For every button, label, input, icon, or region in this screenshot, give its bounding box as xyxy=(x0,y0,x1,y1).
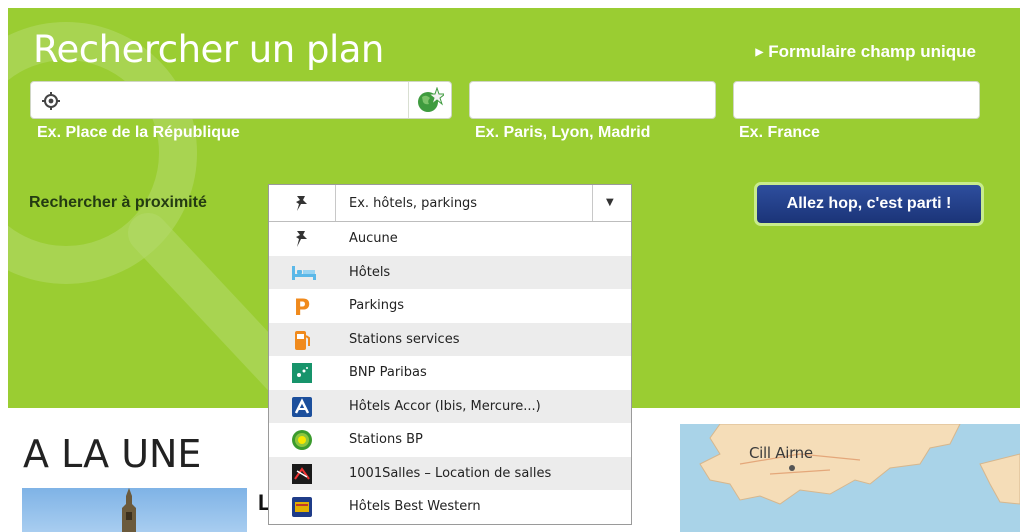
best-western-icon xyxy=(269,490,335,524)
city-input[interactable] xyxy=(470,82,715,118)
map-landmass-image xyxy=(699,424,1020,505)
proximity-selected-text: Ex. hôtels, parkings xyxy=(349,196,478,211)
accor-icon xyxy=(269,390,335,424)
option-label: Stations BP xyxy=(349,432,423,447)
country-field xyxy=(733,81,980,119)
globe-star-icon xyxy=(418,87,444,112)
city-hint: Ex. Paris, Lyon, Madrid xyxy=(475,124,651,141)
hotel-bed-icon xyxy=(269,256,335,290)
proximity-option-1001salles[interactable]: 1001Salles – Location de salles xyxy=(269,456,631,491)
option-label: Hôtels Accor (Ibis, Mercure...) xyxy=(349,398,541,414)
proximity-option-bnp-paribas[interactable]: BNP Paribas xyxy=(269,356,631,390)
proximity-option-parkings[interactable]: P Parkings xyxy=(269,289,631,323)
option-label: Aucune xyxy=(349,231,398,246)
option-label: Parkings xyxy=(349,298,404,313)
proximity-option-hotels[interactable]: Hôtels xyxy=(269,255,631,290)
map-place-label: Cill Airne xyxy=(749,444,813,462)
address-field xyxy=(30,81,452,119)
city-field xyxy=(469,81,716,119)
proximity-option-accor[interactable]: Hôtels Accor (Ibis, Mercure...) xyxy=(269,389,631,424)
address-input[interactable] xyxy=(69,82,429,118)
favorites-button[interactable] xyxy=(408,82,451,118)
1001salles-icon xyxy=(269,457,335,491)
submit-search-button[interactable]: Allez hop, c'est parti ! xyxy=(754,182,984,226)
svg-text:P: P xyxy=(294,296,310,317)
single-field-form-link[interactable]: ▶ Formulaire champ unique xyxy=(755,42,976,62)
bp-icon xyxy=(269,423,335,457)
proximity-option-best-western[interactable]: Hôtels Best Western xyxy=(269,490,631,524)
country-input[interactable] xyxy=(734,82,979,118)
option-label: 1001Salles – Location de salles xyxy=(349,465,552,481)
chevron-down-icon: ▼ xyxy=(606,197,614,208)
proximity-option-stations-bp[interactable]: Stations BP xyxy=(269,423,631,457)
address-hint: Ex. Place de la République xyxy=(37,124,240,141)
option-label: Hôtels Best Western xyxy=(349,499,481,514)
country-hint: Ex. France xyxy=(739,124,820,141)
pushpin-icon xyxy=(269,185,336,221)
proximity-dropdown-toggle[interactable]: Ex. hôtels, parkings ▼ xyxy=(269,185,631,222)
church-tower-image xyxy=(122,488,136,532)
parking-icon: P xyxy=(269,289,335,323)
page-title: Rechercher un plan xyxy=(33,28,384,71)
single-field-form-label: Formulaire champ unique xyxy=(768,42,976,61)
option-label: Hôtels xyxy=(349,264,391,280)
proximity-option-stations-services[interactable]: Stations services xyxy=(269,322,631,357)
bnp-paribas-icon xyxy=(269,356,335,390)
option-label: BNP Paribas xyxy=(349,365,427,380)
proximity-dropdown[interactable]: Ex. hôtels, parkings ▼ Aucune Hôtels P P… xyxy=(268,184,632,525)
pushpin-icon xyxy=(269,222,335,256)
option-label: Stations services xyxy=(349,331,460,347)
locate-crosshair-icon[interactable] xyxy=(42,92,60,110)
proximity-label: Rechercher à proximité xyxy=(29,194,207,211)
dropdown-arrow-button[interactable]: ▼ xyxy=(592,185,631,221)
map-thumbnail[interactable]: Cill Airne xyxy=(680,424,1020,532)
proximity-option-aucune[interactable]: Aucune xyxy=(269,222,631,256)
headline-section-title: A LA UNE xyxy=(23,432,202,476)
article-thumbnail[interactable] xyxy=(22,488,247,532)
triangle-right-icon: ▶ xyxy=(755,47,764,58)
fuel-pump-icon xyxy=(269,323,335,357)
